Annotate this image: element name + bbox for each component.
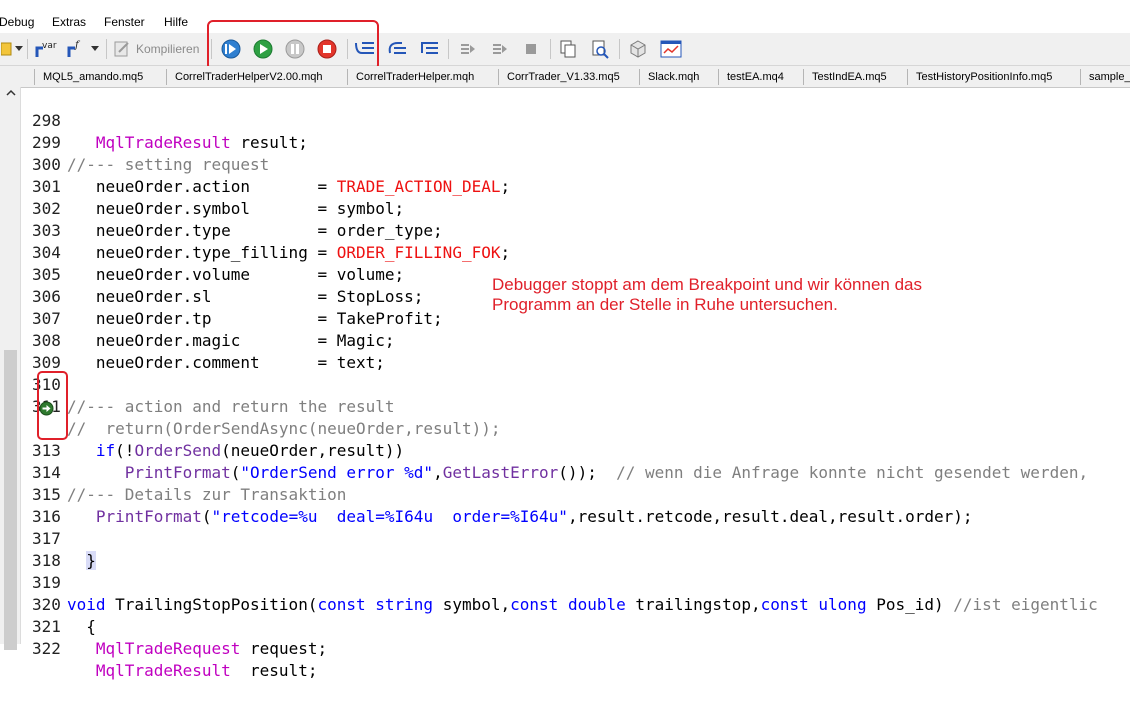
code-line-current: if(!OrderSend(neueOrder,result)) [20, 396, 1130, 460]
find-in-files-button[interactable] [588, 38, 612, 60]
debug-buttons-highlight [207, 20, 379, 71]
toggle-breakpoint-button[interactable] [455, 38, 479, 60]
toolbar-separator [27, 39, 28, 59]
tab-correltraderhelperv2[interactable]: CorrelTraderHelperV2.00.mqh [166, 69, 347, 85]
menu-extras[interactable]: Extras [52, 15, 86, 29]
code-line: 321 MqlTradeRequest request; [20, 594, 1130, 658]
var-label: var [42, 41, 57, 51]
code-text: MqlTradeRequest request; [95, 639, 328, 658]
code-text: MqlTradeResult result; [95, 661, 318, 680]
compile-icon [114, 41, 129, 57]
annotation-line-2: Programm an der Stelle in Ruhe untersuch… [492, 295, 838, 314]
code-line: 304 neueOrder.volume = volume; [20, 220, 1130, 284]
toolbar: var f Kompilieren [0, 33, 1130, 66]
cube-icon [630, 40, 646, 58]
code-line: 319 void TrailingStopPosition(const stri… [20, 550, 1130, 614]
compile-button[interactable]: Kompilieren [113, 38, 205, 60]
compile-label: Kompilieren [136, 42, 200, 56]
window-top-strip [0, 0, 1130, 12]
toolbar-separator [106, 39, 107, 59]
document-copy-icon [560, 40, 576, 58]
insert-variable-icon[interactable]: var [34, 38, 58, 60]
annotation-line-1: Debugger stoppt am dem Breakpoint und wi… [492, 275, 922, 294]
code-line: 317 } [20, 506, 1130, 570]
code-line: 318 [20, 528, 1130, 570]
menu-debug[interactable]: Debug [0, 15, 34, 29]
stop-profiling-button[interactable] [519, 38, 543, 60]
terminal-button[interactable] [658, 38, 684, 60]
toolbar-separator [550, 39, 551, 59]
chevron-down-icon[interactable] [14, 38, 24, 60]
f-label: f [74, 40, 81, 51]
breakpoint-icon [461, 44, 475, 54]
code-line: 299 //--- setting request [20, 110, 1130, 174]
menu-fenster[interactable]: Fenster [104, 15, 145, 29]
tab-correltraderhelper[interactable]: CorrelTraderHelper.mqh [347, 69, 498, 85]
menu-hilfe[interactable]: Hilfe [164, 15, 188, 29]
copy-button[interactable] [556, 38, 580, 60]
code-line: 322 MqlTradeResult result; [20, 616, 1130, 680]
tab-corrtrader[interactable]: CorrTrader_V1.33.mq5 [498, 69, 639, 85]
chevron-down-icon[interactable] [90, 38, 100, 60]
toolbar-separator [619, 39, 620, 59]
step-out-icon [421, 42, 438, 54]
market-button[interactable] [626, 38, 650, 60]
square-icon [526, 44, 536, 54]
tab-slack[interactable]: Slack.mqh [639, 69, 718, 85]
toolbar-separator [448, 39, 449, 59]
vertical-scrollbar[interactable] [0, 87, 21, 650]
step-out-button[interactable] [417, 38, 441, 60]
breakpoints-icon [493, 44, 507, 54]
scrollbar-thumb[interactable] [4, 350, 17, 650]
tab-testindea[interactable]: TestIndEA.mq5 [803, 69, 907, 85]
tab-testea[interactable]: testEA.mq4 [718, 69, 803, 85]
step-over-icon [388, 42, 406, 54]
code-line: 320 { [20, 572, 1130, 636]
navigator-icon[interactable] [0, 38, 14, 60]
code-line: 310 //--- action and return the result [20, 352, 1130, 416]
search-document-icon [592, 40, 609, 59]
insert-function-icon[interactable]: f [64, 38, 88, 60]
code-line: 311 // return(OrderSendAsync(neueOrder,r… [20, 374, 1130, 438]
tab-sample[interactable]: sample_ [1080, 69, 1130, 85]
code-line: 313 PrintFormat("OrderSend error %d",Get… [20, 418, 1130, 482]
code-line: 298 MqlTradeResult result; [20, 88, 1130, 152]
code-line: 314 //--- Details zur Transaktion [20, 440, 1130, 504]
code-line: 303 neueOrder.type_filling = ORDER_FILLI… [20, 198, 1130, 262]
current-line-arrow-icon[interactable] [39, 401, 54, 416]
code-line: 316 [20, 484, 1130, 526]
code-line: 309 [20, 330, 1130, 372]
code-line: 315 PrintFormat("retcode=%u deal=%I64u o… [20, 462, 1130, 526]
line-number: 322 [32, 639, 61, 658]
code-line: 301 neueOrder.symbol = symbol; [20, 154, 1130, 218]
step-over-button[interactable] [385, 38, 409, 60]
annotation-note: Debugger stoppt am dem Breakpoint und wi… [492, 275, 922, 315]
menu-bar: Debug Extras Fenster Hilfe [0, 12, 1130, 33]
code-line: 305 neueOrder.sl = StopLoss; [20, 242, 1130, 306]
chart-window-icon [660, 40, 682, 58]
remove-breakpoints-button[interactable] [487, 38, 511, 60]
file-tab-bar: MQL5_amando.mq5 CorrelTraderHelperV2.00.… [0, 66, 1130, 88]
code-line: 302 neueOrder.type = order_type; [20, 176, 1130, 240]
code-line: 300 neueOrder.action = TRADE_ACTION_DEAL… [20, 132, 1130, 196]
chevron-up-icon[interactable] [6, 89, 16, 97]
code-editor[interactable]: 298 MqlTradeResult result; 299 //--- set… [20, 88, 1130, 680]
tab-mql5-amando[interactable]: MQL5_amando.mq5 [34, 69, 166, 85]
tab-testhistorypositioninfo[interactable]: TestHistoryPositionInfo.mq5 [907, 69, 1080, 85]
